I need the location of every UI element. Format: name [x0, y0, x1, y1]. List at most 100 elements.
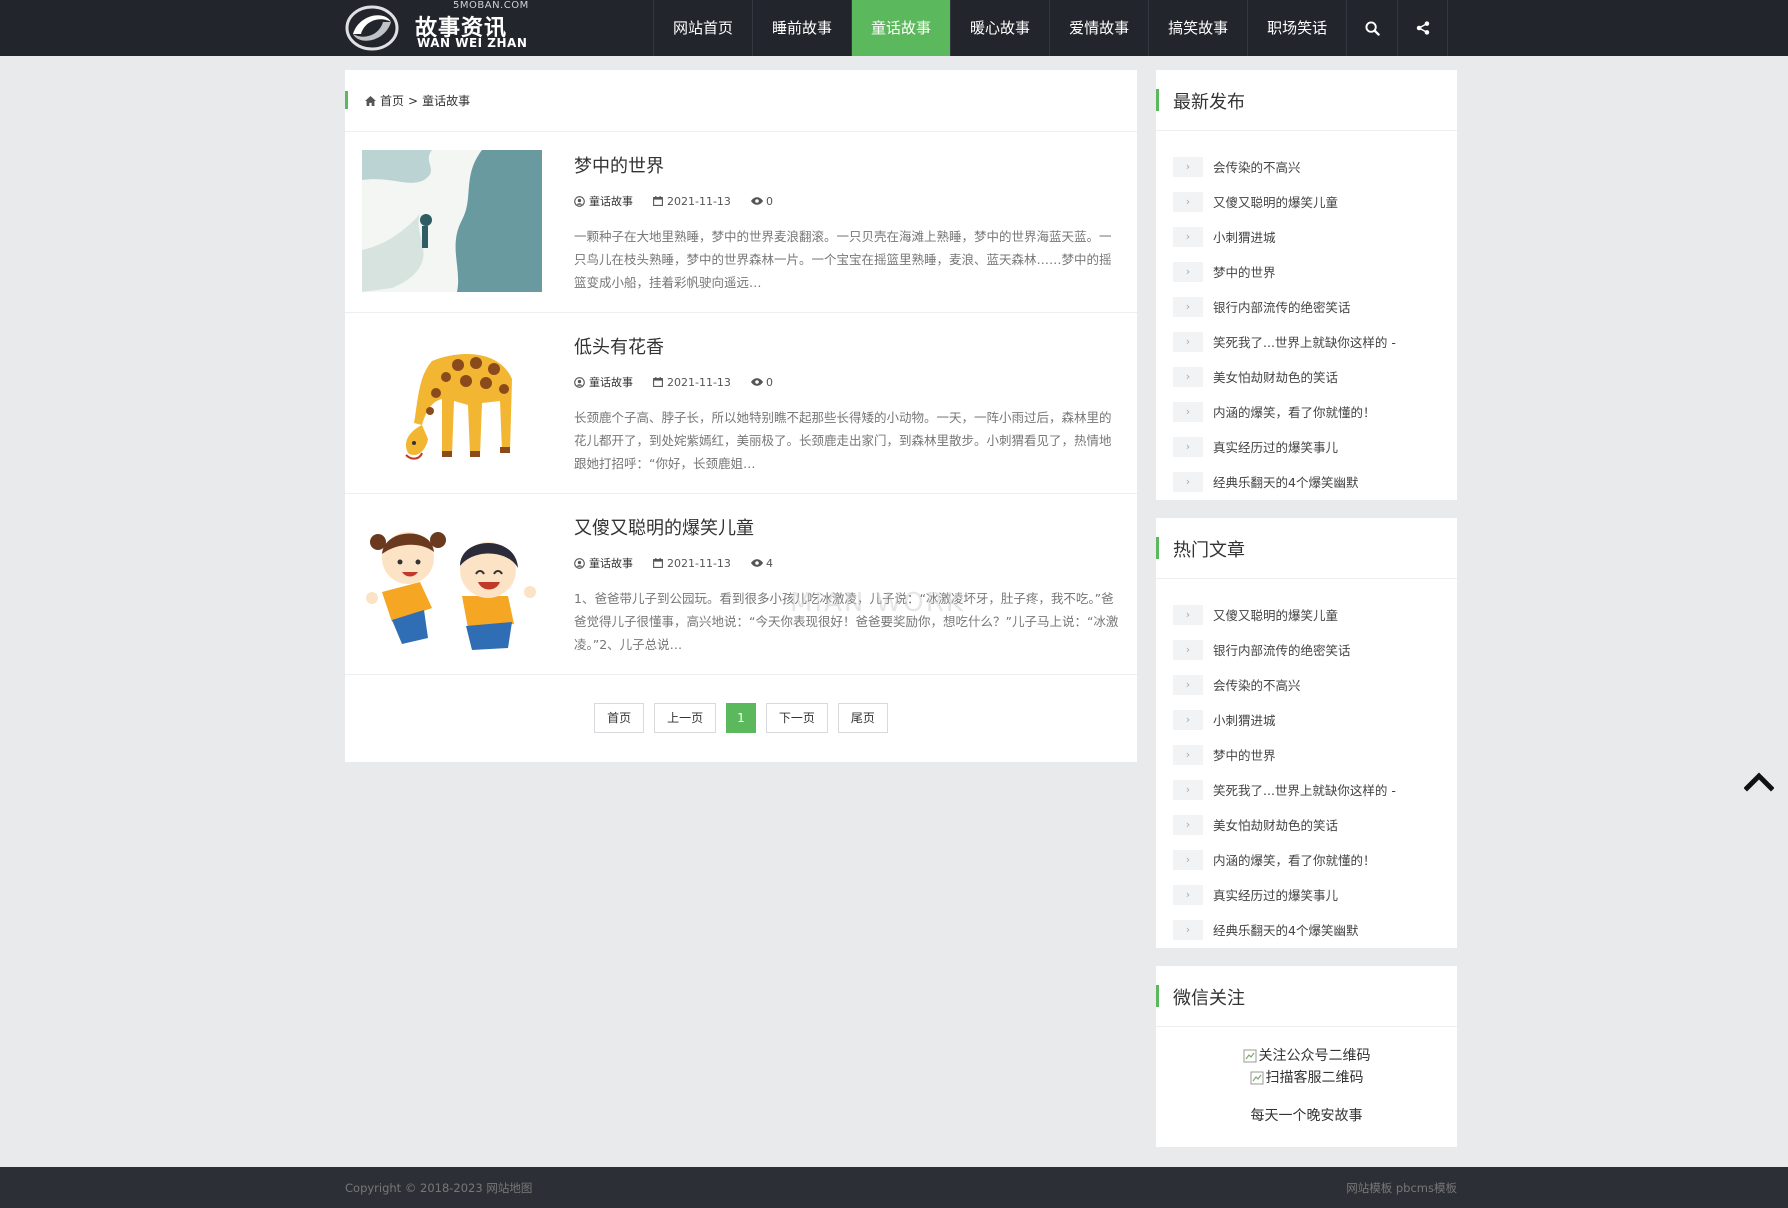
article-item: 又傻又聪明的爆笑儿童 童话故事 2021-11-13 4 1、爸爸带儿子到公园玩…: [345, 494, 1137, 675]
chevron-up-icon: [1743, 772, 1775, 792]
chevron-right-icon: ›: [1173, 191, 1203, 212]
main-nav: 网站首页 睡前故事 童话故事 暖心故事 爱情故事 搞笑故事 职场笑话: [653, 0, 1449, 56]
site-logo[interactable]: 5MOBAN.COM 故事资讯 WAN WEI ZHAN: [345, 0, 528, 56]
nav-warm-stories[interactable]: 暖心故事: [950, 0, 1049, 56]
next-page-button[interactable]: 下一页: [765, 703, 828, 733]
breadcrumb-home-link[interactable]: 首页: [380, 92, 404, 109]
broken-image-icon: [1250, 1071, 1263, 1085]
sidebar-list-item[interactable]: › 会传染的不高兴: [1156, 149, 1457, 184]
sidebar-list-item[interactable]: › 银行内部流传的绝密笑话: [1156, 632, 1457, 667]
category-label: 童话故事: [589, 195, 633, 208]
first-page-button[interactable]: 首页: [594, 703, 645, 733]
article-category[interactable]: 童话故事: [574, 555, 633, 571]
sidebar-list-item[interactable]: › 美女怕劫财劫色的笑话: [1156, 359, 1457, 394]
nav-fairy-tales[interactable]: 童话故事: [851, 0, 951, 56]
sidebar-item-label: 会传染的不高兴: [1213, 678, 1301, 693]
calendar-icon: [653, 196, 663, 206]
pagination: 首页 上一页 1 下一页 尾页: [345, 703, 1137, 733]
sidebar-list-item[interactable]: › 小刺猬进城: [1156, 219, 1457, 254]
logo-subtitle: WAN WEI ZHAN: [417, 36, 528, 50]
nav-home[interactable]: 网站首页: [653, 0, 752, 56]
breadcrumb: 首页 > 童话故事: [345, 70, 1137, 132]
broken-image-icon: [1243, 1049, 1256, 1063]
article-meta: 童话故事 2021-11-13 0: [574, 193, 773, 209]
nav-love-stories[interactable]: 爱情故事: [1049, 0, 1148, 56]
sidebar-list-item[interactable]: › 真实经历过的爆笑事儿: [1156, 877, 1457, 912]
sidebar-item-label: 笑死我了...世界上就缺你这样的 -: [1213, 335, 1396, 350]
article-meta: 童话故事 2021-11-13 0: [574, 374, 773, 390]
giraffe-illustration: [362, 331, 542, 473]
date-value: 2021-11-13: [667, 194, 731, 208]
article-thumbnail-dream-world[interactable]: [362, 150, 542, 292]
wechat-body: 关注公众号二维码 扫描客服二维码 每天一个晚安故事: [1156, 1027, 1457, 1125]
chevron-right-icon: ›: [1173, 366, 1203, 387]
current-page-button[interactable]: 1: [726, 703, 756, 733]
nav-workplace-jokes[interactable]: 职场笑话: [1247, 0, 1346, 56]
chevron-right-icon: ›: [1173, 919, 1203, 940]
sidebar-item-label: 内涵的爆笑，看了你就懂的！: [1213, 853, 1376, 868]
widget-header: 热门文章: [1156, 518, 1457, 579]
sidebar-list-item[interactable]: › 小刺猬进城: [1156, 702, 1457, 737]
sidebar-list-item[interactable]: › 笑死我了...世界上就缺你这样的 -: [1156, 324, 1457, 359]
sidebar-item-label: 真实经历过的爆笑事儿: [1213, 888, 1339, 903]
sidebar-list-item[interactable]: › 笑死我了...世界上就缺你这样的 -: [1156, 772, 1457, 807]
search-icon: [1365, 20, 1380, 36]
template-credit-link[interactable]: 网站模板 pbcms模板: [1346, 1180, 1457, 1196]
service-qr-alt-text: 扫描客服二维码: [1265, 1070, 1364, 1086]
article-category[interactable]: 童话故事: [574, 193, 633, 209]
views-value: 4: [765, 556, 773, 570]
sidebar-list-item[interactable]: › 梦中的世界: [1156, 254, 1457, 289]
prev-page-button[interactable]: 上一页: [654, 703, 717, 733]
back-to-top-button[interactable]: [1743, 770, 1775, 796]
chevron-right-icon: ›: [1173, 884, 1203, 905]
article-views: 4: [750, 556, 773, 570]
sidebar-list-item[interactable]: › 真实经历过的爆笑事儿: [1156, 429, 1457, 464]
sidebar-item-label: 会传染的不高兴: [1213, 160, 1301, 175]
sidebar-list-item[interactable]: › 经典乐翻天的4个爆笑幽默: [1156, 464, 1457, 499]
article-date: 2021-11-13: [653, 376, 731, 389]
article-title[interactable]: 梦中的世界: [574, 152, 664, 178]
article-date: 2021-11-13: [653, 195, 731, 208]
article-thumbnail-kids[interactable]: [362, 512, 542, 654]
sidebar-list-item[interactable]: › 美女怕劫财劫色的笑话: [1156, 807, 1457, 842]
sidebar-list-item[interactable]: › 梦中的世界: [1156, 737, 1457, 772]
chevron-right-icon: ›: [1173, 709, 1203, 730]
sidebar-list-item[interactable]: › 经典乐翻天的4个爆笑幽默: [1156, 912, 1457, 947]
eye-icon: [750, 559, 763, 567]
article-views: 0: [750, 195, 773, 208]
nav-bedtime-stories[interactable]: 睡前故事: [752, 0, 851, 56]
hot-posts-widget: 热门文章 › 又傻又聪明的爆笑儿童 › 银行内部流传的绝密笑话 › 会传染的不高兴 › 小刺猬…: [1156, 518, 1457, 948]
chevron-right-icon: ›: [1173, 639, 1203, 660]
chevron-right-icon: ›: [1173, 849, 1203, 870]
sidebar-list-item[interactable]: › 银行内部流传的绝密笑话: [1156, 289, 1457, 324]
sidebar-item-label: 银行内部流传的绝密笑话: [1213, 300, 1351, 315]
sidebar-list-item[interactable]: › 又傻又聪明的爆笑儿童: [1156, 597, 1457, 632]
sidebar-list-item[interactable]: › 又傻又聪明的爆笑儿童: [1156, 184, 1457, 219]
sidebar-list-item[interactable]: › 内涵的爆笑，看了你就懂的！: [1156, 842, 1457, 877]
copyright-text[interactable]: Copyright © 2018-2023 网站地图: [345, 1180, 532, 1196]
chevron-right-icon: ›: [1173, 156, 1203, 177]
nav-funny-stories[interactable]: 搞笑故事: [1148, 0, 1247, 56]
logo-swirl-icon: [345, 5, 399, 51]
article-category[interactable]: 童话故事: [574, 374, 633, 390]
sidebar-item-label: 银行内部流传的绝密笑话: [1213, 643, 1351, 658]
date-value: 2021-11-13: [667, 556, 731, 570]
sidebar-list-item[interactable]: › 内涵的爆笑，看了你就懂的！: [1156, 394, 1457, 429]
article-thumbnail-giraffe[interactable]: [362, 331, 542, 473]
article-item: 低头有花香 童话故事 2021-11-13 0 长颈鹿个子高、脖子长，所以她特别…: [345, 313, 1137, 494]
share-button[interactable]: [1397, 0, 1449, 56]
breadcrumb-current[interactable]: 童话故事: [422, 92, 470, 109]
last-page-button[interactable]: 尾页: [837, 703, 888, 733]
calendar-icon: [653, 558, 663, 568]
sidebar-item-label: 美女怕劫财劫色的笑话: [1213, 818, 1339, 833]
article-title[interactable]: 又傻又聪明的爆笑儿童: [574, 514, 754, 540]
sidebar-item-label: 梦中的世界: [1213, 748, 1276, 763]
chevron-right-icon: ›: [1173, 401, 1203, 422]
search-button[interactable]: [1346, 0, 1397, 56]
article-meta: 童话故事 2021-11-13 4: [574, 555, 773, 571]
widget-title: 热门文章: [1173, 540, 1245, 561]
article-title[interactable]: 低头有花香: [574, 333, 664, 359]
share-icon: [1416, 21, 1429, 35]
sidebar-list-item[interactable]: › 会传染的不高兴: [1156, 667, 1457, 702]
widget-header: 最新发布: [1156, 70, 1457, 131]
